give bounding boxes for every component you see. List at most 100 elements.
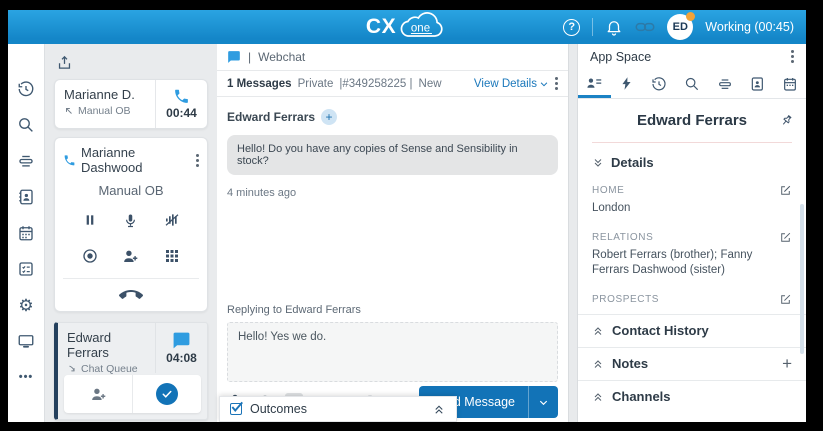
phone-icon bbox=[63, 154, 76, 167]
logo-cloud-icon: one bbox=[396, 12, 448, 42]
phone-icon bbox=[173, 88, 190, 105]
avatar-initials: ED bbox=[673, 21, 688, 33]
collapse-chevrons-icon bbox=[592, 358, 604, 370]
field-prospects: PROSPECTS bbox=[592, 293, 792, 306]
notifications-bell-icon[interactable] bbox=[605, 18, 623, 36]
contact-card-chat-selected[interactable]: Edward Ferrars Chat Queue 04:08 bbox=[54, 322, 208, 420]
customer-name-title: Edward Ferrars bbox=[637, 112, 747, 129]
view-details-label: View Details bbox=[474, 78, 537, 90]
agent-status[interactable]: Working (00:45) bbox=[705, 20, 794, 34]
monitor-icon[interactable] bbox=[17, 332, 35, 350]
more-icon[interactable]: ••• bbox=[17, 368, 35, 386]
check-icon bbox=[156, 383, 178, 405]
tab-search[interactable] bbox=[676, 69, 709, 98]
scrollbar-thumb[interactable] bbox=[800, 204, 804, 354]
message-timestamp: 4 minutes ago bbox=[227, 187, 558, 199]
inbound-arrow-icon bbox=[67, 364, 77, 374]
outbound-arrow-icon bbox=[64, 106, 74, 116]
pin-icon[interactable] bbox=[779, 113, 794, 128]
dialpad-button[interactable] bbox=[161, 245, 183, 267]
section-label: Notes bbox=[612, 356, 648, 371]
send-options-caret[interactable] bbox=[528, 386, 558, 418]
cxone-logo: CX one bbox=[366, 10, 448, 44]
contacts-book-icon[interactable] bbox=[17, 188, 35, 206]
transfer-contact-button[interactable] bbox=[64, 375, 132, 413]
app-space-menu-icon[interactable] bbox=[791, 55, 794, 58]
edit-icon[interactable] bbox=[779, 184, 792, 197]
calendar-icon[interactable] bbox=[17, 224, 35, 242]
mute-mic-button[interactable] bbox=[120, 209, 142, 231]
field-label: HOME bbox=[592, 185, 624, 196]
contacts-panel: Marianne D. Manual OB 00:44 Marianne Das… bbox=[45, 44, 217, 422]
status-dot bbox=[686, 12, 695, 21]
tab-queue[interactable] bbox=[708, 69, 741, 98]
help-icon[interactable]: ? bbox=[563, 19, 580, 36]
outcomes-checkbox-icon bbox=[230, 403, 242, 415]
tab-contacts[interactable] bbox=[741, 69, 774, 98]
search-icon[interactable] bbox=[17, 116, 35, 134]
section-channels[interactable]: Channels bbox=[578, 380, 806, 413]
tab-history[interactable] bbox=[643, 69, 676, 98]
app-window: CX one ? ED Working (00:45) bbox=[8, 10, 806, 422]
collapse-chevrons-icon[interactable] bbox=[432, 403, 446, 416]
top-bar: CX one ? ED Working (00:45) bbox=[8, 10, 806, 44]
add-participant-button[interactable] bbox=[120, 245, 142, 267]
field-value: London bbox=[592, 201, 792, 217]
channel-name: Webchat bbox=[258, 50, 305, 64]
add-contact-icon[interactable]: + bbox=[321, 109, 337, 125]
queue-icon[interactable] bbox=[17, 152, 35, 170]
hang-up-button[interactable] bbox=[119, 288, 143, 302]
status-label: New bbox=[419, 78, 442, 90]
details-header[interactable]: Details bbox=[592, 155, 792, 170]
sender-name: Edward Ferrars bbox=[227, 110, 315, 124]
edit-icon[interactable] bbox=[779, 293, 792, 306]
outcomes-label: Outcomes bbox=[250, 402, 424, 416]
chevron-down-icon bbox=[539, 79, 549, 89]
collapse-chevrons-icon bbox=[592, 391, 604, 403]
chat-meta-bar: 1 Messages Private |#349258225 | New Vie… bbox=[217, 71, 568, 97]
panel-gap bbox=[569, 44, 577, 422]
history-icon[interactable] bbox=[17, 80, 35, 98]
field-home: HOME London bbox=[592, 184, 792, 217]
section-notes[interactable]: Notes + bbox=[578, 347, 806, 380]
apps-launcher-icon[interactable] bbox=[17, 260, 35, 278]
section-label: Channels bbox=[612, 389, 671, 404]
contact-name: Marianne D. bbox=[64, 87, 146, 102]
settings-gear-icon[interactable]: ⚙ bbox=[17, 296, 35, 314]
chevron-down-icon bbox=[538, 397, 549, 408]
accept-button[interactable] bbox=[132, 375, 201, 413]
svg-text:one: one bbox=[411, 23, 430, 35]
call-menu-icon[interactable] bbox=[196, 159, 199, 162]
avatar[interactable]: ED bbox=[667, 14, 693, 40]
chat-bubble-icon bbox=[172, 331, 191, 350]
tab-customer-card[interactable] bbox=[578, 69, 611, 98]
contact-queue: Manual OB bbox=[78, 105, 131, 117]
message-thread: Edward Ferrars + Hello! Do you have any … bbox=[217, 97, 568, 300]
field-value: Robert Ferrars (brother); Fanny Ferrars … bbox=[592, 248, 792, 279]
topbar-divider bbox=[592, 18, 593, 36]
tab-actions[interactable] bbox=[611, 69, 644, 98]
app-space-title: App Space bbox=[590, 50, 651, 64]
view-details-link[interactable]: View Details bbox=[474, 78, 549, 90]
incoming-message: Hello! Do you have any copies of Sense a… bbox=[227, 135, 558, 175]
link-icon[interactable] bbox=[635, 19, 655, 35]
add-note-button[interactable]: + bbox=[782, 354, 792, 374]
active-call-name: Marianne Dashwood bbox=[81, 145, 191, 175]
outcomes-bar[interactable]: Outcomes bbox=[219, 396, 457, 422]
chat-menu-icon[interactable] bbox=[555, 82, 558, 85]
active-call-card: Marianne Dashwood Manual OB bbox=[54, 137, 208, 312]
contact-card-voice[interactable]: Marianne D. Manual OB 00:44 bbox=[54, 79, 208, 129]
hold-pause-button[interactable] bbox=[79, 209, 101, 231]
record-button[interactable] bbox=[79, 245, 101, 267]
plus-glyph: + bbox=[326, 110, 333, 124]
edit-icon[interactable] bbox=[779, 231, 792, 244]
upload-icon[interactable] bbox=[56, 54, 73, 71]
contact-queue: Chat Queue bbox=[81, 363, 138, 375]
section-contact-history[interactable]: Contact History bbox=[578, 314, 806, 347]
details-section: Details HOME London RELATIONS Robert Fer… bbox=[578, 143, 806, 314]
app-space-tabs bbox=[578, 69, 806, 99]
message-count: 1 Messages bbox=[227, 78, 292, 90]
mask-recording-button[interactable] bbox=[161, 209, 183, 231]
message-input[interactable]: Hello! Yes we do. bbox=[227, 322, 558, 382]
tab-calendar[interactable] bbox=[773, 69, 806, 98]
